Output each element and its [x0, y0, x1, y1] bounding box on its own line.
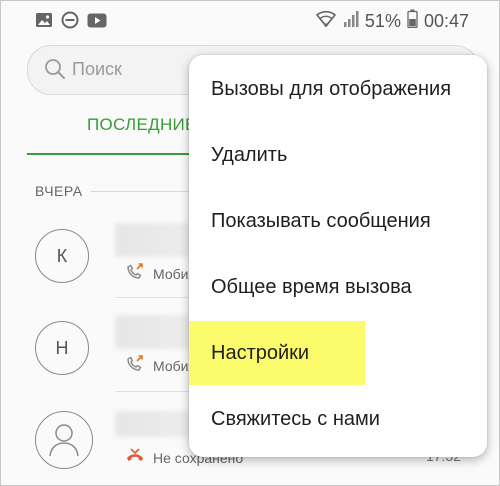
- menu-item-total-call-time[interactable]: Общее время вызова: [189, 255, 487, 319]
- menu-item-label: Удалить: [211, 143, 288, 166]
- battery-percent: 51%: [364, 10, 401, 31]
- menu-item-show-messages[interactable]: Показывать сообщения: [189, 189, 487, 253]
- search-icon: [44, 58, 66, 85]
- status-bar-right: 51% 00:47: [315, 9, 469, 33]
- options-menu: Вызовы для отображения Удалить Показыват…: [189, 55, 487, 457]
- menu-item-delete[interactable]: Удалить: [189, 123, 487, 187]
- menu-item-label: Общее время вызова: [211, 275, 412, 298]
- section-header-yesterday: ВЧЕРА: [35, 183, 83, 199]
- do-not-disturb-icon: [61, 11, 79, 34]
- signal-icon: [343, 10, 359, 33]
- tab-indicator: [27, 153, 207, 155]
- outgoing-call-icon: [125, 355, 145, 376]
- person-icon: [42, 416, 86, 465]
- clock: 00:47: [423, 10, 469, 31]
- menu-item-label: Вызовы для отображения: [211, 77, 452, 100]
- avatar-letter: Н: [55, 337, 69, 358]
- menu-item-label: Свяжитесь с нами: [211, 407, 380, 430]
- contact-avatar[interactable]: К: [35, 229, 89, 283]
- status-bar-left: [35, 11, 107, 34]
- outgoing-call-icon: [125, 263, 145, 284]
- phone-screen: 51% 00:47 ПОСЛЕДНИЕ ВЧЕРА К Мобильный Н: [0, 0, 500, 486]
- menu-item-call-display[interactable]: Вызовы для отображения: [189, 57, 487, 121]
- menu-item-label: Показывать сообщения: [211, 209, 431, 232]
- contact-avatar-placeholder[interactable]: [35, 411, 93, 469]
- avatar-letter: К: [56, 245, 68, 266]
- wifi-icon: [315, 10, 337, 33]
- missed-call-icon: [125, 447, 145, 468]
- contact-avatar[interactable]: Н: [35, 321, 89, 375]
- menu-item-settings[interactable]: Настройки: [189, 321, 365, 385]
- image-icon: [35, 12, 53, 33]
- battery-icon: [407, 9, 418, 33]
- menu-item-label: Настройки: [211, 341, 310, 364]
- status-bar: 51% 00:47: [1, 1, 499, 39]
- youtube-icon: [87, 13, 107, 33]
- tab-recent[interactable]: ПОСЛЕДНИЕ: [87, 115, 197, 135]
- menu-item-contact-us[interactable]: Свяжитесь с нами: [189, 387, 487, 451]
